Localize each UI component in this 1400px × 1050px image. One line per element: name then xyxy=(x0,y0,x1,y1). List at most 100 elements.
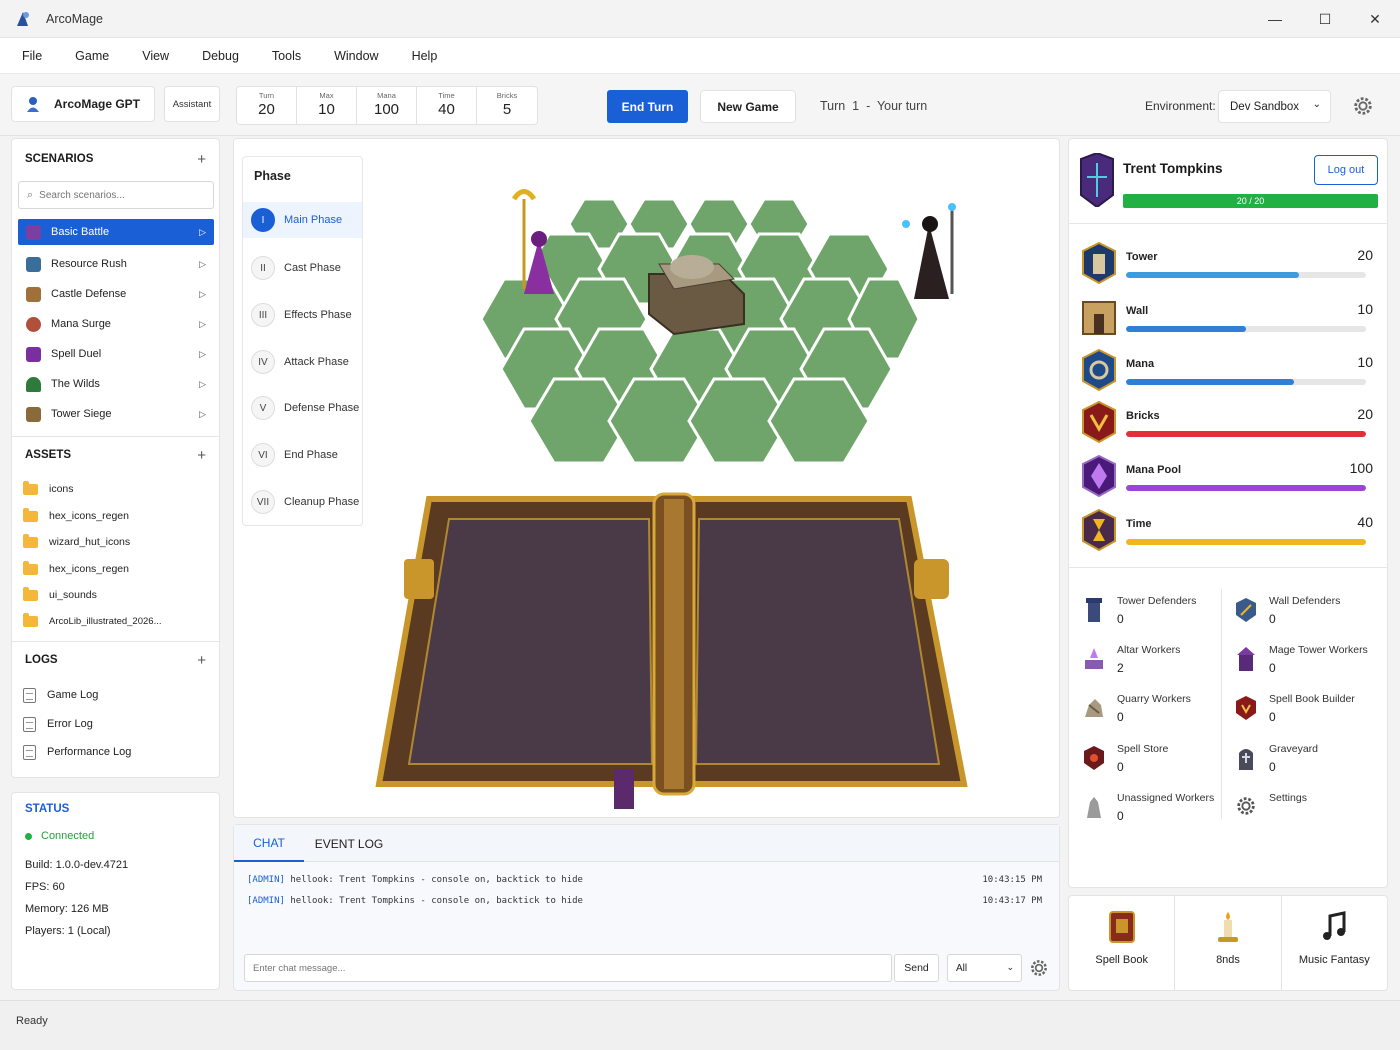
stat-label: Time xyxy=(438,91,455,100)
asset-folder[interactable]: icons xyxy=(23,478,213,500)
resource-bricks: Bricks 20 xyxy=(1081,401,1381,449)
worker-value: 0 xyxy=(1117,760,1124,774)
add-log-icon[interactable]: + xyxy=(197,652,206,669)
maximize-button[interactable]: ☐ xyxy=(1300,0,1350,38)
filter-value: All xyxy=(956,962,968,974)
asset-folder[interactable]: wizard_hut_icons xyxy=(23,531,213,553)
resource-value: 20 xyxy=(1357,247,1373,263)
play-icon[interactable]: ▷ xyxy=(199,259,206,270)
add-scenario-icon[interactable]: + xyxy=(197,151,206,168)
8nds-button[interactable]: 8nds xyxy=(1175,896,1282,990)
resource-value: 20 xyxy=(1357,406,1373,422)
spell-book-button[interactable]: Spell Book xyxy=(1069,896,1176,990)
phase-defense[interactable]: V Defense Phase xyxy=(243,390,362,426)
scenario-spell-duel[interactable]: Spell Duel ▷ xyxy=(18,341,214,367)
log-item[interactable]: Game Log xyxy=(23,684,213,706)
worker-mage-tower-workers[interactable]: Mage Tower Workers 0 xyxy=(1235,644,1385,684)
assistant-button[interactable]: Assistant xyxy=(164,86,220,122)
worker-spell-book-builder[interactable]: Spell Book Builder 0 xyxy=(1235,693,1385,733)
scenario-tower-siege[interactable]: Tower Siege ▷ xyxy=(18,401,214,427)
asset-folder[interactable]: hex_icons_regen xyxy=(23,505,213,527)
phase-end[interactable]: VI End Phase xyxy=(243,437,362,473)
search-input[interactable] xyxy=(39,189,200,201)
memory-info: Memory: 126 MB xyxy=(25,903,109,915)
asset-folder[interactable]: hex_icons_regen xyxy=(23,558,213,580)
add-asset-icon[interactable]: + xyxy=(197,447,206,464)
menu-file[interactable]: File xyxy=(12,38,52,74)
asset-folder[interactable]: ArcoLib_illustrated_2026... xyxy=(23,610,213,632)
log-item[interactable]: Performance Log xyxy=(23,741,213,763)
stat-turn: Turn 20 xyxy=(237,87,297,124)
menu-debug[interactable]: Debug xyxy=(192,38,249,74)
scenario-resource-rush[interactable]: Resource Rush ▷ xyxy=(18,251,214,277)
divider xyxy=(12,641,219,642)
resource-wall: Wall 10 xyxy=(1081,296,1381,344)
new-game-button[interactable]: New Game xyxy=(700,90,796,123)
connection-label: Connected xyxy=(41,830,95,842)
chat-input[interactable] xyxy=(244,954,892,982)
play-icon[interactable]: ▷ xyxy=(199,319,206,330)
logout-button[interactable]: Log out xyxy=(1314,155,1378,185)
worker-graveyard[interactable]: Graveyard 0 xyxy=(1235,743,1385,783)
play-icon[interactable]: ▷ xyxy=(199,289,206,300)
worker-settings[interactable]: Settings xyxy=(1235,792,1385,832)
asset-folder[interactable]: ui_sounds xyxy=(23,584,213,606)
resource-fill xyxy=(1126,539,1366,545)
menu-bar: File Game View Debug Tools Window Help xyxy=(0,38,1400,74)
environment-select[interactable]: Dev Sandbox ⌄ xyxy=(1218,90,1331,123)
worker-label: Altar Workers xyxy=(1117,644,1181,656)
worker-quarry-workers[interactable]: Quarry Workers 0 xyxy=(1083,693,1233,733)
play-icon[interactable]: ▷ xyxy=(199,379,206,390)
worker-altar-workers[interactable]: Altar Workers 2 xyxy=(1083,644,1233,684)
players-info: Players: 1 (Local) xyxy=(25,925,111,937)
play-icon[interactable]: ▷ xyxy=(199,227,206,238)
play-icon[interactable]: ▷ xyxy=(199,409,206,420)
stat-label: Turn xyxy=(258,91,275,100)
phase-cast[interactable]: II Cast Phase xyxy=(243,250,362,286)
end-turn-button[interactable]: End Turn xyxy=(607,90,688,123)
minimize-button[interactable]: — xyxy=(1250,0,1300,38)
log-item[interactable]: Error Log xyxy=(23,713,213,735)
altar-worker-icon xyxy=(1085,648,1103,669)
scenario-the-wilds[interactable]: The Wilds ▷ xyxy=(18,371,214,397)
menu-tools[interactable]: Tools xyxy=(262,38,311,74)
status-title: STATUS xyxy=(25,803,70,815)
worker-wall-defenders[interactable]: Wall Defenders 0 xyxy=(1235,595,1385,635)
health-bar: 20 / 20 xyxy=(1123,194,1378,208)
menu-view[interactable]: View xyxy=(132,38,179,74)
menu-help[interactable]: Help xyxy=(402,38,448,74)
hex-board[interactable] xyxy=(374,179,1054,479)
spell-icon xyxy=(26,346,41,362)
menu-game[interactable]: Game xyxy=(65,38,119,74)
tab-chat[interactable]: CHAT xyxy=(234,825,304,862)
send-button[interactable]: Send xyxy=(894,954,939,982)
phase-attack[interactable]: IV Attack Phase xyxy=(243,344,362,380)
spell-book-view[interactable] xyxy=(374,484,974,814)
chat-filter-select[interactable]: All ⌄ xyxy=(947,954,1022,982)
worker-unassigned[interactable]: Unassigned Workers 0 xyxy=(1083,792,1233,832)
phase-effects[interactable]: III Effects Phase xyxy=(243,297,362,333)
scenario-castle-defense[interactable]: Castle Defense ▷ xyxy=(18,281,214,307)
scenario-basic-battle[interactable]: Basic Battle ▷ xyxy=(18,219,214,245)
resource-time: Time 40 xyxy=(1081,509,1381,557)
menu-window[interactable]: Window xyxy=(324,38,388,74)
settings-gear-icon[interactable] xyxy=(1352,95,1374,117)
worker-spell-store[interactable]: Spell Store 0 xyxy=(1083,743,1233,783)
graveyard-icon xyxy=(1239,749,1253,770)
chat-settings-gear-icon[interactable] xyxy=(1029,958,1049,978)
worker-label: Graveyard xyxy=(1269,743,1319,755)
worker-tower-defenders[interactable]: Tower Defenders 0 xyxy=(1083,595,1233,635)
close-button[interactable]: ✕ xyxy=(1350,0,1400,38)
phase-main[interactable]: I Main Phase xyxy=(243,202,362,238)
scenario-mana-surge[interactable]: Mana Surge ▷ xyxy=(18,311,214,337)
time-icon xyxy=(1082,509,1116,551)
play-icon[interactable]: ▷ xyxy=(199,349,206,360)
scenario-search[interactable]: ⌕ xyxy=(18,181,214,209)
tab-event-log[interactable]: EVENT LOG xyxy=(306,825,392,862)
phase-cleanup[interactable]: VII Cleanup Phase xyxy=(243,484,362,520)
mage-tower-icon xyxy=(1237,647,1255,671)
resource-label: Mana xyxy=(1126,358,1155,370)
music-fantasy-button[interactable]: Music Fantasy xyxy=(1282,896,1387,990)
worker-value: 0 xyxy=(1269,760,1276,774)
arcomage-gpt-button[interactable]: ArcoMage GPT xyxy=(11,86,155,122)
